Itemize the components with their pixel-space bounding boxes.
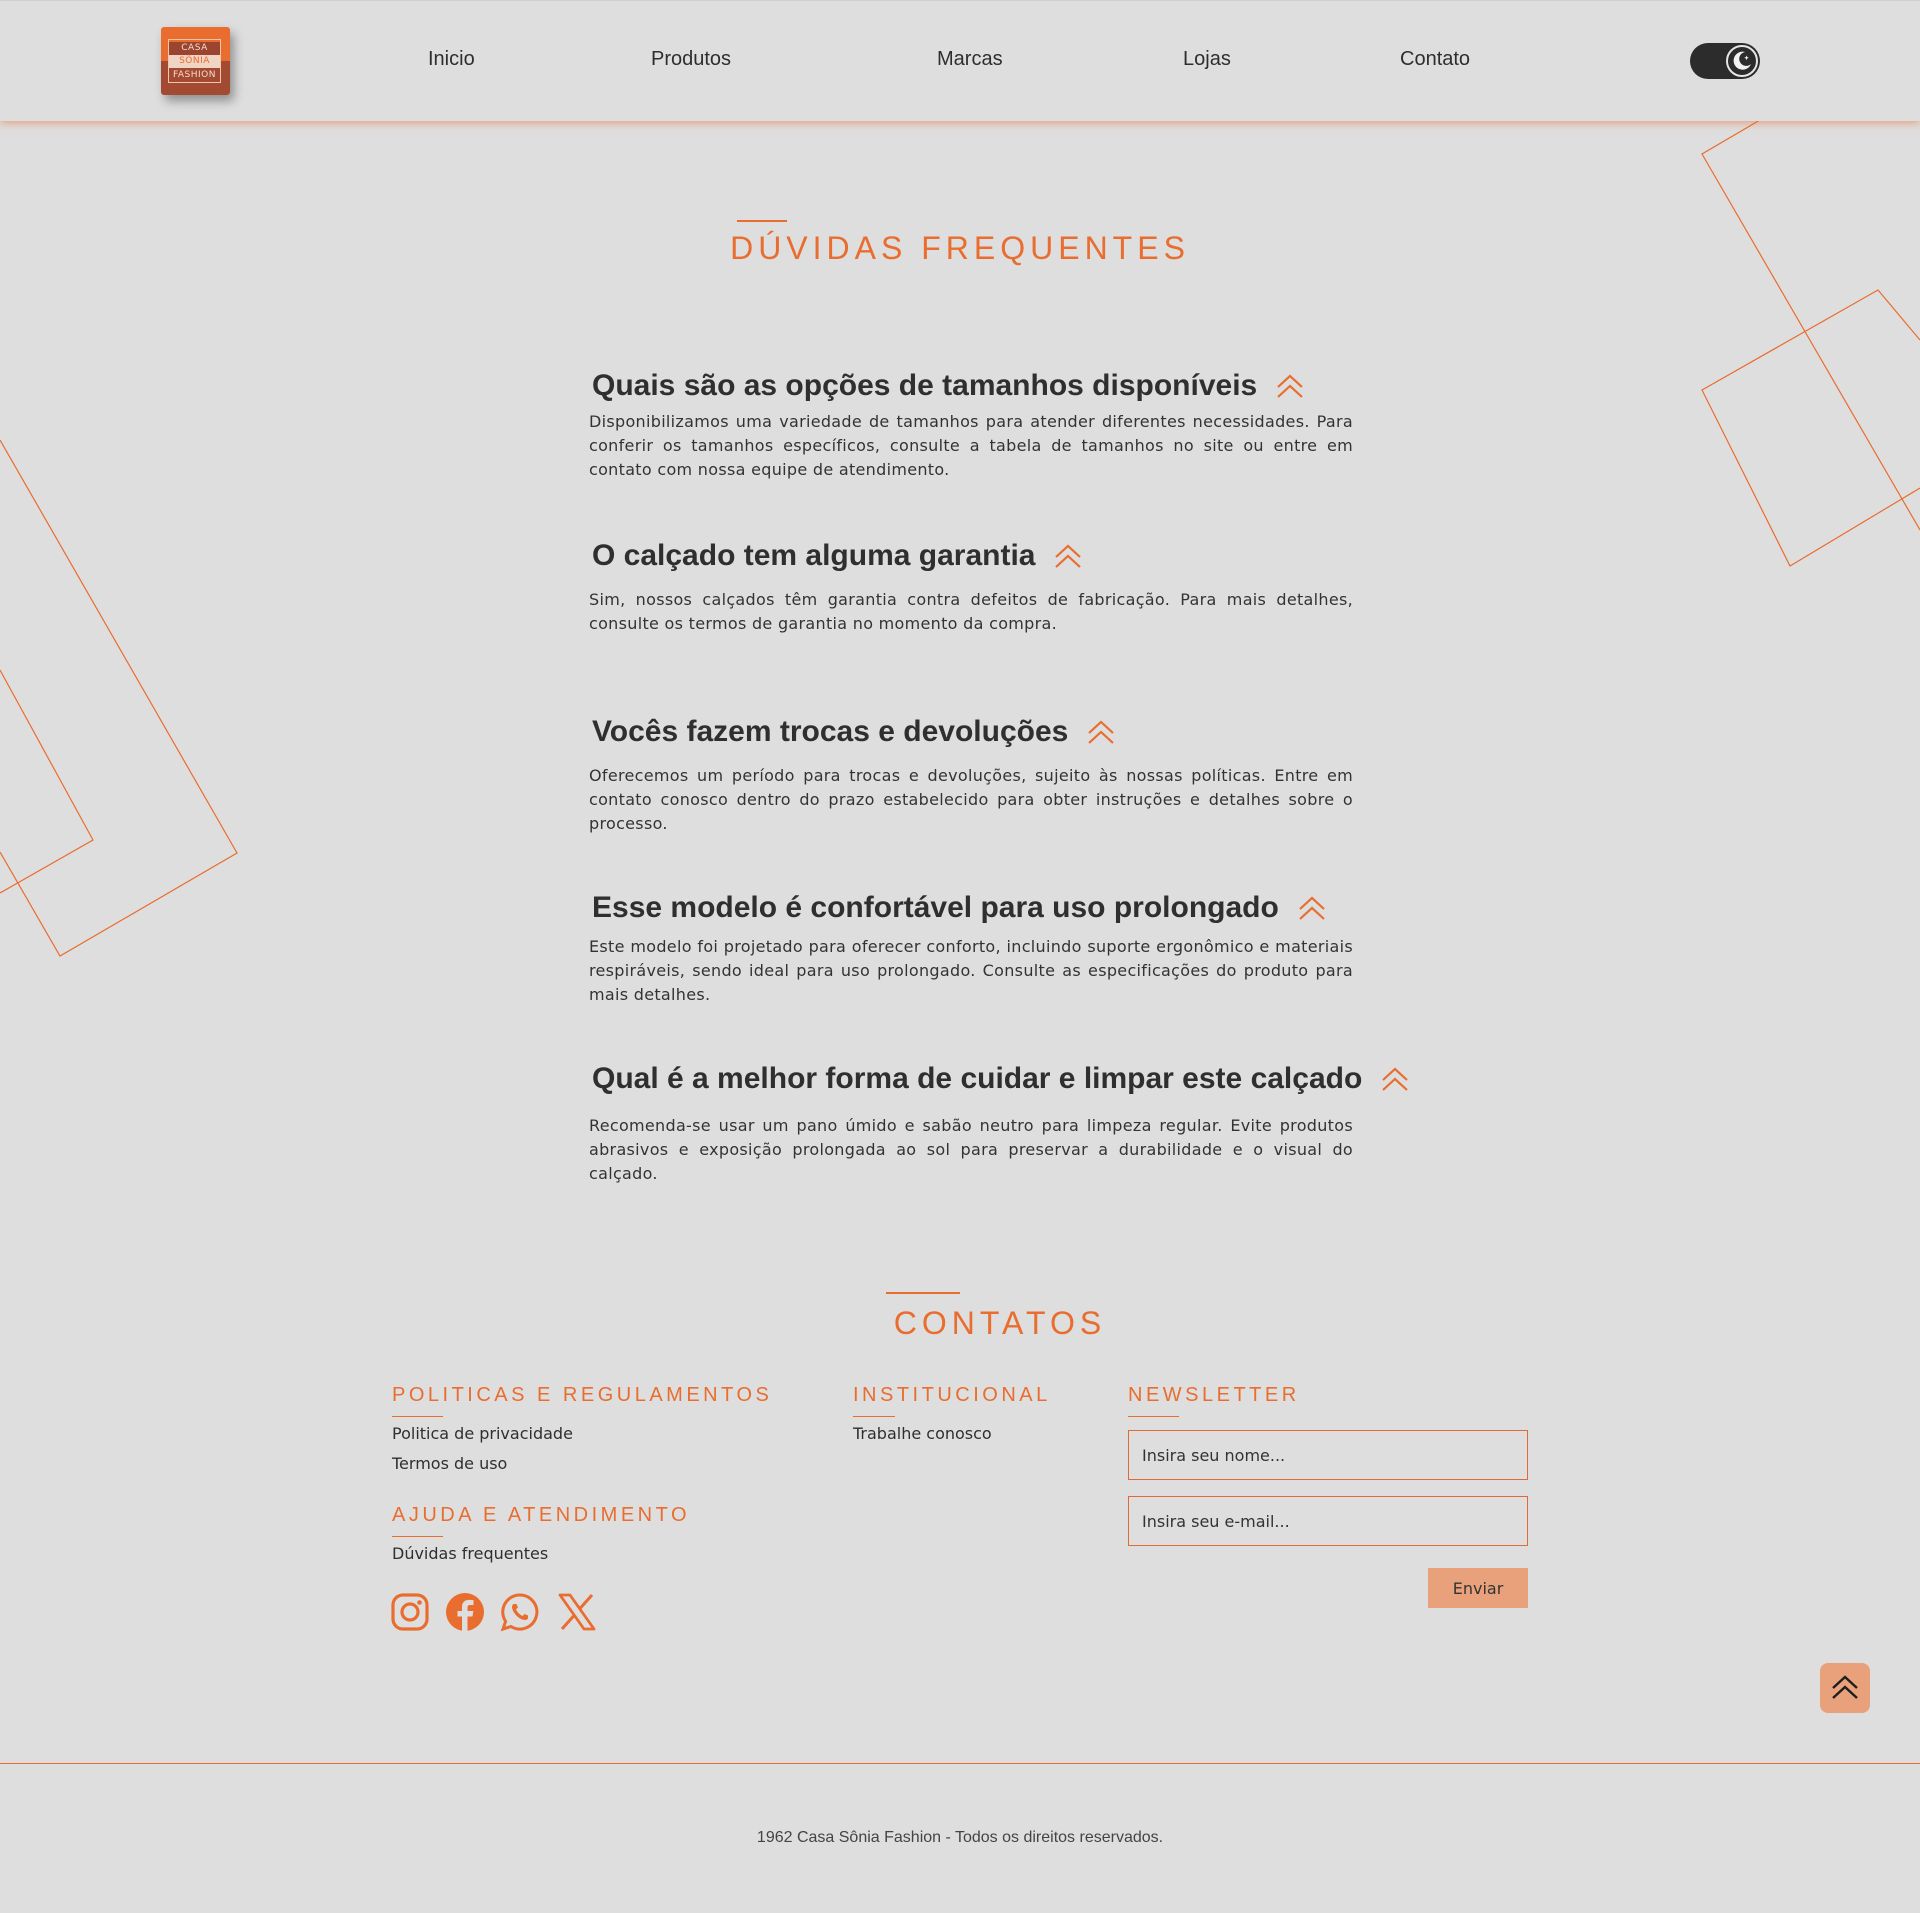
instagram-icon[interactable]	[390, 1592, 430, 1632]
moon-icon	[1733, 51, 1751, 70]
newsletter-name-input[interactable]	[1128, 1430, 1528, 1480]
theme-toggle[interactable]	[1690, 43, 1760, 79]
institutional-heading: INSTITUCIONAL	[853, 1384, 1051, 1406]
brand-logo[interactable]: CASA SÔNIA FASHION	[161, 27, 230, 95]
faq-link[interactable]: Dúvidas frequentes	[392, 1544, 548, 1563]
faq-question-text: Quais são as opções de tamanhos disponív…	[592, 369, 1258, 402]
contacts-title-bar	[886, 1292, 960, 1294]
facebook-icon[interactable]	[445, 1592, 485, 1632]
faq-question-text: Vocês fazem trocas e devoluções	[592, 715, 1069, 748]
terms-of-use-link[interactable]: Termos de uso	[392, 1454, 507, 1473]
institutional-underline	[853, 1416, 895, 1417]
nav-contato[interactable]: Contato	[1400, 48, 1470, 71]
logo-line-2: SÔNIA	[169, 55, 220, 68]
nav-inicio[interactable]: Inicio	[428, 48, 475, 71]
chevron-up-icon	[1088, 720, 1115, 744]
back-to-top-button[interactable]	[1820, 1663, 1870, 1713]
chevron-up-icon	[1299, 896, 1325, 920]
toggle-knob	[1726, 45, 1758, 77]
faq-question-3[interactable]: Vocês fazem trocas e devoluções	[592, 715, 1116, 749]
x-icon[interactable]	[557, 1592, 597, 1632]
site-header: CASA SÔNIA FASHION Inicio Produtos Marca…	[0, 0, 1920, 121]
faq-answer-5: Recomenda-se usar um pano úmido e sabão …	[589, 1116, 1353, 1183]
faq-answer-4: Este modelo foi projetado para oferecer …	[589, 937, 1353, 1004]
newsletter-submit-button[interactable]: Enviar	[1428, 1568, 1528, 1608]
nav-produtos[interactable]: Produtos	[651, 48, 731, 71]
whatsapp-icon[interactable]	[500, 1592, 540, 1632]
newsletter-email-input[interactable]	[1128, 1496, 1528, 1546]
work-with-us-link[interactable]: Trabalhe conosco	[853, 1424, 992, 1443]
faq-question-text: O calçado tem alguma garantia	[592, 539, 1036, 572]
logo-line-3: FASHION	[173, 70, 216, 80]
privacy-policy-link[interactable]: Politica de privacidade	[392, 1424, 573, 1443]
nav-lojas[interactable]: Lojas	[1183, 48, 1231, 71]
policies-heading: POLITICAS E REGULAMENTOS	[392, 1384, 773, 1406]
faq-question-text: Qual é a melhor forma de cuidar e limpar…	[592, 1062, 1363, 1095]
double-chevron-up-icon	[1832, 1675, 1858, 1699]
policies-underline	[392, 1416, 443, 1417]
faq-question-4[interactable]: Esse modelo é confortável para uso prolo…	[592, 891, 1327, 925]
faq-answer-1: Disponibilizamos uma variedade de tamanh…	[589, 412, 1353, 479]
help-heading: AJUDA E ATENDIMENTO	[392, 1504, 691, 1526]
nav-marcas[interactable]: Marcas	[937, 48, 1003, 71]
newsletter-heading: NEWSLETTER	[1128, 1384, 1300, 1406]
logo-line-1: CASA	[169, 42, 220, 55]
faq-question-text: Esse modelo é confortável para uso prolo…	[592, 891, 1279, 924]
copyright-text: 1962 Casa Sônia Fashion - Todos os direi…	[756, 1829, 1164, 1846]
faq-answer-3: Oferecemos um período para trocas e devo…	[589, 766, 1353, 833]
faq-question-1[interactable]: Quais são as opções de tamanhos disponív…	[592, 369, 1305, 403]
contacts-title: CONTATOS	[893, 1305, 1107, 1341]
faq-title: DÚVIDAS FREQUENTES	[730, 230, 1190, 266]
logo-frame: CASA SÔNIA FASHION	[168, 39, 221, 83]
faq-question-2[interactable]: O calçado tem alguma garantia	[592, 539, 1083, 573]
footer-divider	[0, 1763, 1920, 1764]
chevron-up-icon	[1277, 374, 1303, 398]
faq-title-bar	[737, 220, 787, 222]
chevron-up-icon	[1055, 544, 1082, 568]
chevron-up-icon	[1382, 1067, 1409, 1091]
faq-question-5[interactable]: Qual é a melhor forma de cuidar e limpar…	[592, 1062, 1410, 1096]
newsletter-underline	[1128, 1416, 1179, 1417]
help-underline	[392, 1536, 443, 1537]
faq-answer-2: Sim, nossos calçados têm garantia contra…	[589, 590, 1353, 633]
